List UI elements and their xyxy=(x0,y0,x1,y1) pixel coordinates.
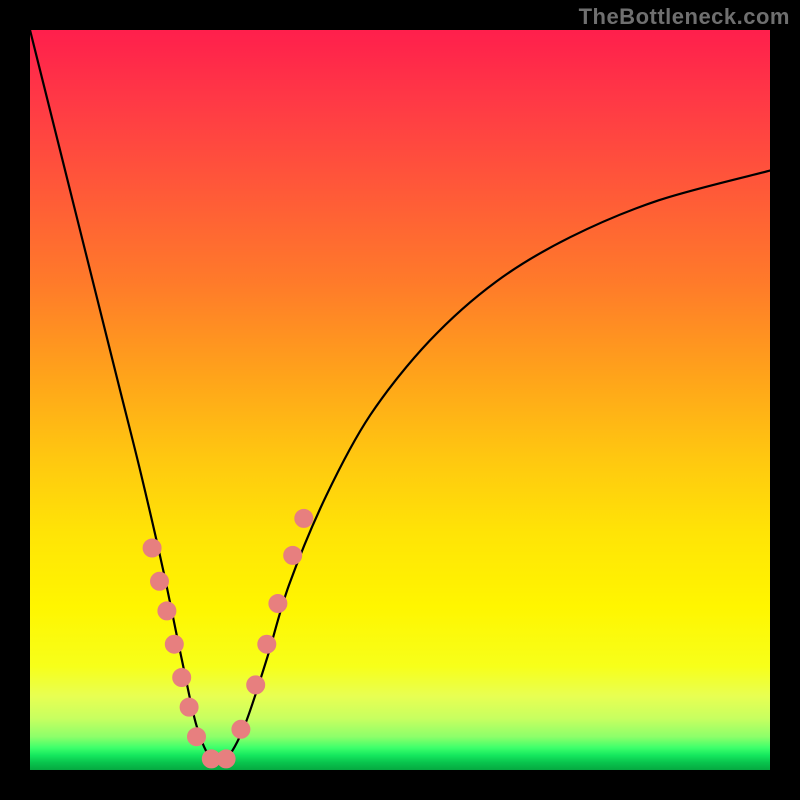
curve-marker xyxy=(247,676,265,694)
curve-marker xyxy=(180,698,198,716)
curve-marker xyxy=(269,595,287,613)
curve-marker xyxy=(217,750,235,768)
watermark-text: TheBottleneck.com xyxy=(579,4,790,30)
curve-marker xyxy=(258,635,276,653)
curve-marker xyxy=(151,572,169,590)
curve-marker xyxy=(295,509,313,527)
curve-marker xyxy=(173,669,191,687)
bottleneck-curve xyxy=(30,30,770,763)
curve-marker xyxy=(188,728,206,746)
curve-marker xyxy=(232,720,250,738)
marker-group xyxy=(143,509,313,768)
chart-stage: TheBottleneck.com xyxy=(0,0,800,800)
curve-marker xyxy=(158,602,176,620)
plot-area xyxy=(30,30,770,770)
curve-marker xyxy=(165,635,183,653)
curve-marker xyxy=(143,539,161,557)
curve-marker xyxy=(284,546,302,564)
curve-svg xyxy=(30,30,770,770)
